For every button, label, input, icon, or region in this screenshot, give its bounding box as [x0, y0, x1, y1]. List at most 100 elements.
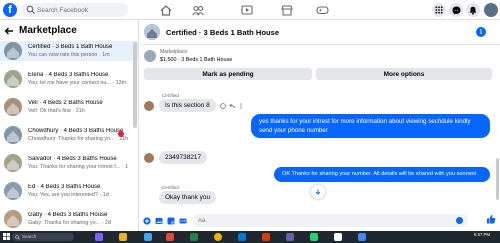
- menu-button[interactable]: [432, 3, 446, 17]
- outgoing-message[interactable]: yes thanks for your intrest for more inf…: [251, 114, 490, 138]
- conversation-item[interactable]: Gaby · 4 Beds 3 Baths House Gaby: Thanks …: [0, 209, 138, 229]
- windows-taskbar: Search 6:57 PM: [0, 231, 500, 243]
- emoji-react-icon[interactable]: [220, 102, 226, 109]
- conversation-thumbnail: [4, 154, 22, 172]
- search-icon: [26, 5, 35, 14]
- taskbar-clock[interactable]: 6:57 PM: [474, 232, 490, 237]
- conversation-preview: Vell: Ok that's fine · 21h: [28, 108, 85, 114]
- app-icon[interactable]: [238, 233, 246, 241]
- facebook-logo[interactable]: f: [3, 3, 17, 17]
- top-navigation: f: [0, 0, 500, 20]
- app-icon[interactable]: [262, 233, 270, 241]
- conversation-thumbnail: [4, 182, 22, 200]
- conversation-preview: You: Thanks for sharing your intrest f..…: [28, 164, 128, 170]
- mark-as-pending-button[interactable]: Mark as pending: [144, 68, 312, 80]
- outgoing-message[interactable]: OK Thanks for sharing your number. All d…: [274, 167, 490, 182]
- incoming-message: Is this section 8: [144, 99, 244, 112]
- app-icon[interactable]: [166, 233, 174, 241]
- marketplace-icon: [281, 4, 293, 16]
- messenger-button[interactable]: [449, 3, 463, 17]
- search-icon: [15, 234, 20, 240]
- tab-watch[interactable]: [232, 2, 262, 18]
- conversation-item[interactable]: Vell · 4 Beds 2 Baths House Vell: Ok that…: [0, 97, 138, 117]
- conversation-preview: Gaby: Thanks for sharing yo... · 2d: [28, 220, 111, 226]
- like-icon[interactable]: [486, 214, 496, 224]
- edge-icon[interactable]: [144, 233, 152, 241]
- conversation-thumbnail: [4, 210, 22, 228]
- windows-start-icon[interactable]: [3, 233, 10, 240]
- conversation-name: Vell · 4 Beds 2 Baths House: [28, 100, 103, 106]
- notifications-button[interactable]: [466, 3, 480, 17]
- arrow-down-icon: [315, 189, 321, 195]
- folder-icon[interactable]: [119, 233, 127, 241]
- taskbar-search[interactable]: Search: [12, 233, 74, 241]
- search-input[interactable]: [37, 4, 125, 16]
- home-icon: [160, 4, 172, 16]
- message-field[interactable]: [193, 214, 468, 227]
- chat-panel: Certified · 3 Beds 1 Bath House i Market…: [140, 20, 500, 231]
- back-arrow-icon[interactable]: [4, 26, 14, 36]
- app-icon[interactable]: [95, 233, 103, 241]
- conversation-text: Salvador · 4 Beds 3 Baths House You: Than…: [28, 156, 128, 170]
- emoji-icon[interactable]: [456, 217, 463, 224]
- tab-friends[interactable]: [183, 2, 213, 18]
- conversation-name: Elena · 4 Beds 3 Baths House: [28, 72, 109, 78]
- chat-title[interactable]: Certified · 3 Beds 1 Bath House: [166, 28, 279, 37]
- conversation-text: Vell · 4 Beds 2 Baths House Vell: Ok that…: [28, 100, 128, 114]
- message-actions: [220, 102, 244, 109]
- more-options-button[interactable]: More options: [316, 68, 492, 80]
- sidebar-scrollbar[interactable]: [133, 42, 137, 128]
- marketplace-sidebar: Marketplace Certified · 3 Beds 1 Bath Ho…: [0, 20, 139, 231]
- conversation-text: Ed · 4 Beds 3 Baths House You: Yes, are y…: [28, 184, 128, 198]
- conversation-text: Chowdhury · 4 Beds 3 Baths House Chowdhur…: [28, 128, 128, 142]
- info-icon[interactable]: i: [476, 27, 486, 37]
- search-bar[interactable]: [21, 3, 128, 17]
- sender-avatar: [144, 100, 154, 111]
- more-icon[interactable]: [238, 102, 244, 109]
- conversation-item[interactable]: Ed · 4 Beds 3 Baths House You: Yes, are y…: [0, 181, 138, 201]
- message-bubble[interactable]: Is this section 8: [159, 99, 216, 112]
- conversation-name: Chowdhury · 4 Beds 3 Baths House: [28, 128, 124, 134]
- tab-home[interactable]: [151, 2, 181, 18]
- profile-avatar[interactable]: [484, 3, 498, 17]
- conversation-text: Certified · 3 Beds 1 Bath House You can n…: [28, 44, 128, 58]
- conversation-item[interactable]: Chowdhury · 4 Beds 3 Baths House Chowdhur…: [0, 125, 138, 145]
- conversation-item[interactable]: Salvador · 4 Beds 3 Baths House You: Than…: [0, 153, 138, 173]
- app-icon[interactable]: [310, 233, 318, 241]
- unread-badge: [118, 131, 124, 137]
- listing-summary[interactable]: Marketplace $1,500 · 3 Beds 1 Bath House: [140, 45, 500, 67]
- chrome-icon[interactable]: [214, 233, 222, 241]
- sender-avatar: [144, 152, 154, 163]
- message-input[interactable]: [193, 214, 468, 227]
- chat-avatar[interactable]: [144, 24, 160, 40]
- conversation-item[interactable]: Certified · 3 Beds 1 Bath House You can n…: [0, 41, 138, 61]
- conversation-name: Gaby · 4 Beds 3 Baths House: [28, 212, 108, 218]
- conversation-text: Elena · 4 Beds 3 Baths House You: let me …: [28, 72, 128, 86]
- sticker-icon[interactable]: [167, 217, 175, 225]
- conversation-thumbnail: [4, 42, 22, 60]
- messenger-icon: [452, 6, 460, 15]
- app-icon[interactable]: [334, 233, 342, 241]
- app-icon[interactable]: [190, 233, 198, 241]
- app-icon[interactable]: [286, 233, 294, 241]
- scroll-down-button[interactable]: [311, 185, 325, 199]
- conversation-list: Certified · 3 Beds 1 Bath House You can n…: [0, 41, 138, 229]
- conversation-preview: You: let me have your contact nu... · 13…: [28, 80, 127, 86]
- sender-label: Certified: [162, 185, 179, 190]
- menu-grid-icon: [435, 6, 443, 14]
- reply-icon[interactable]: [229, 103, 235, 109]
- tab-gaming[interactable]: [307, 2, 337, 18]
- image-icon[interactable]: [155, 217, 163, 225]
- conversation-text: Gaby · 4 Beds 3 Baths House Gaby: Thanks …: [28, 212, 128, 226]
- message-bubble[interactable]: 2349738217: [159, 151, 208, 164]
- gif-icon[interactable]: [179, 217, 187, 225]
- tab-marketplace[interactable]: [272, 2, 302, 18]
- friends-icon: [192, 5, 204, 15]
- chat-scrollbar[interactable]: [496, 158, 499, 200]
- message-bubble[interactable]: Okay thank you: [159, 191, 217, 204]
- app-icon[interactable]: [358, 233, 366, 241]
- add-icon[interactable]: [143, 216, 151, 225]
- conversation-item[interactable]: Elena · 4 Beds 3 Baths House You: let me …: [0, 69, 138, 89]
- sidebar-header: Marketplace: [0, 20, 138, 41]
- listing-thumbnail: [144, 50, 156, 62]
